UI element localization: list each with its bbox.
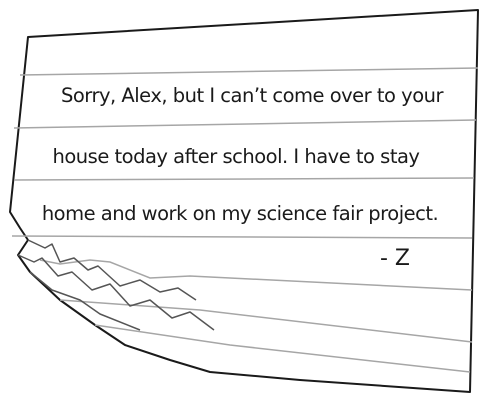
note-signature: - Z xyxy=(380,246,411,271)
torn-note-paper: Sorry, Alex, but I can’t come over to yo… xyxy=(0,0,496,403)
note-line-3: home and work on my science fair project… xyxy=(41,202,439,225)
note-line-2: house today after school. I have to stay xyxy=(52,145,420,168)
note-line-1: Sorry, Alex, but I can’t come over to yo… xyxy=(60,84,444,107)
